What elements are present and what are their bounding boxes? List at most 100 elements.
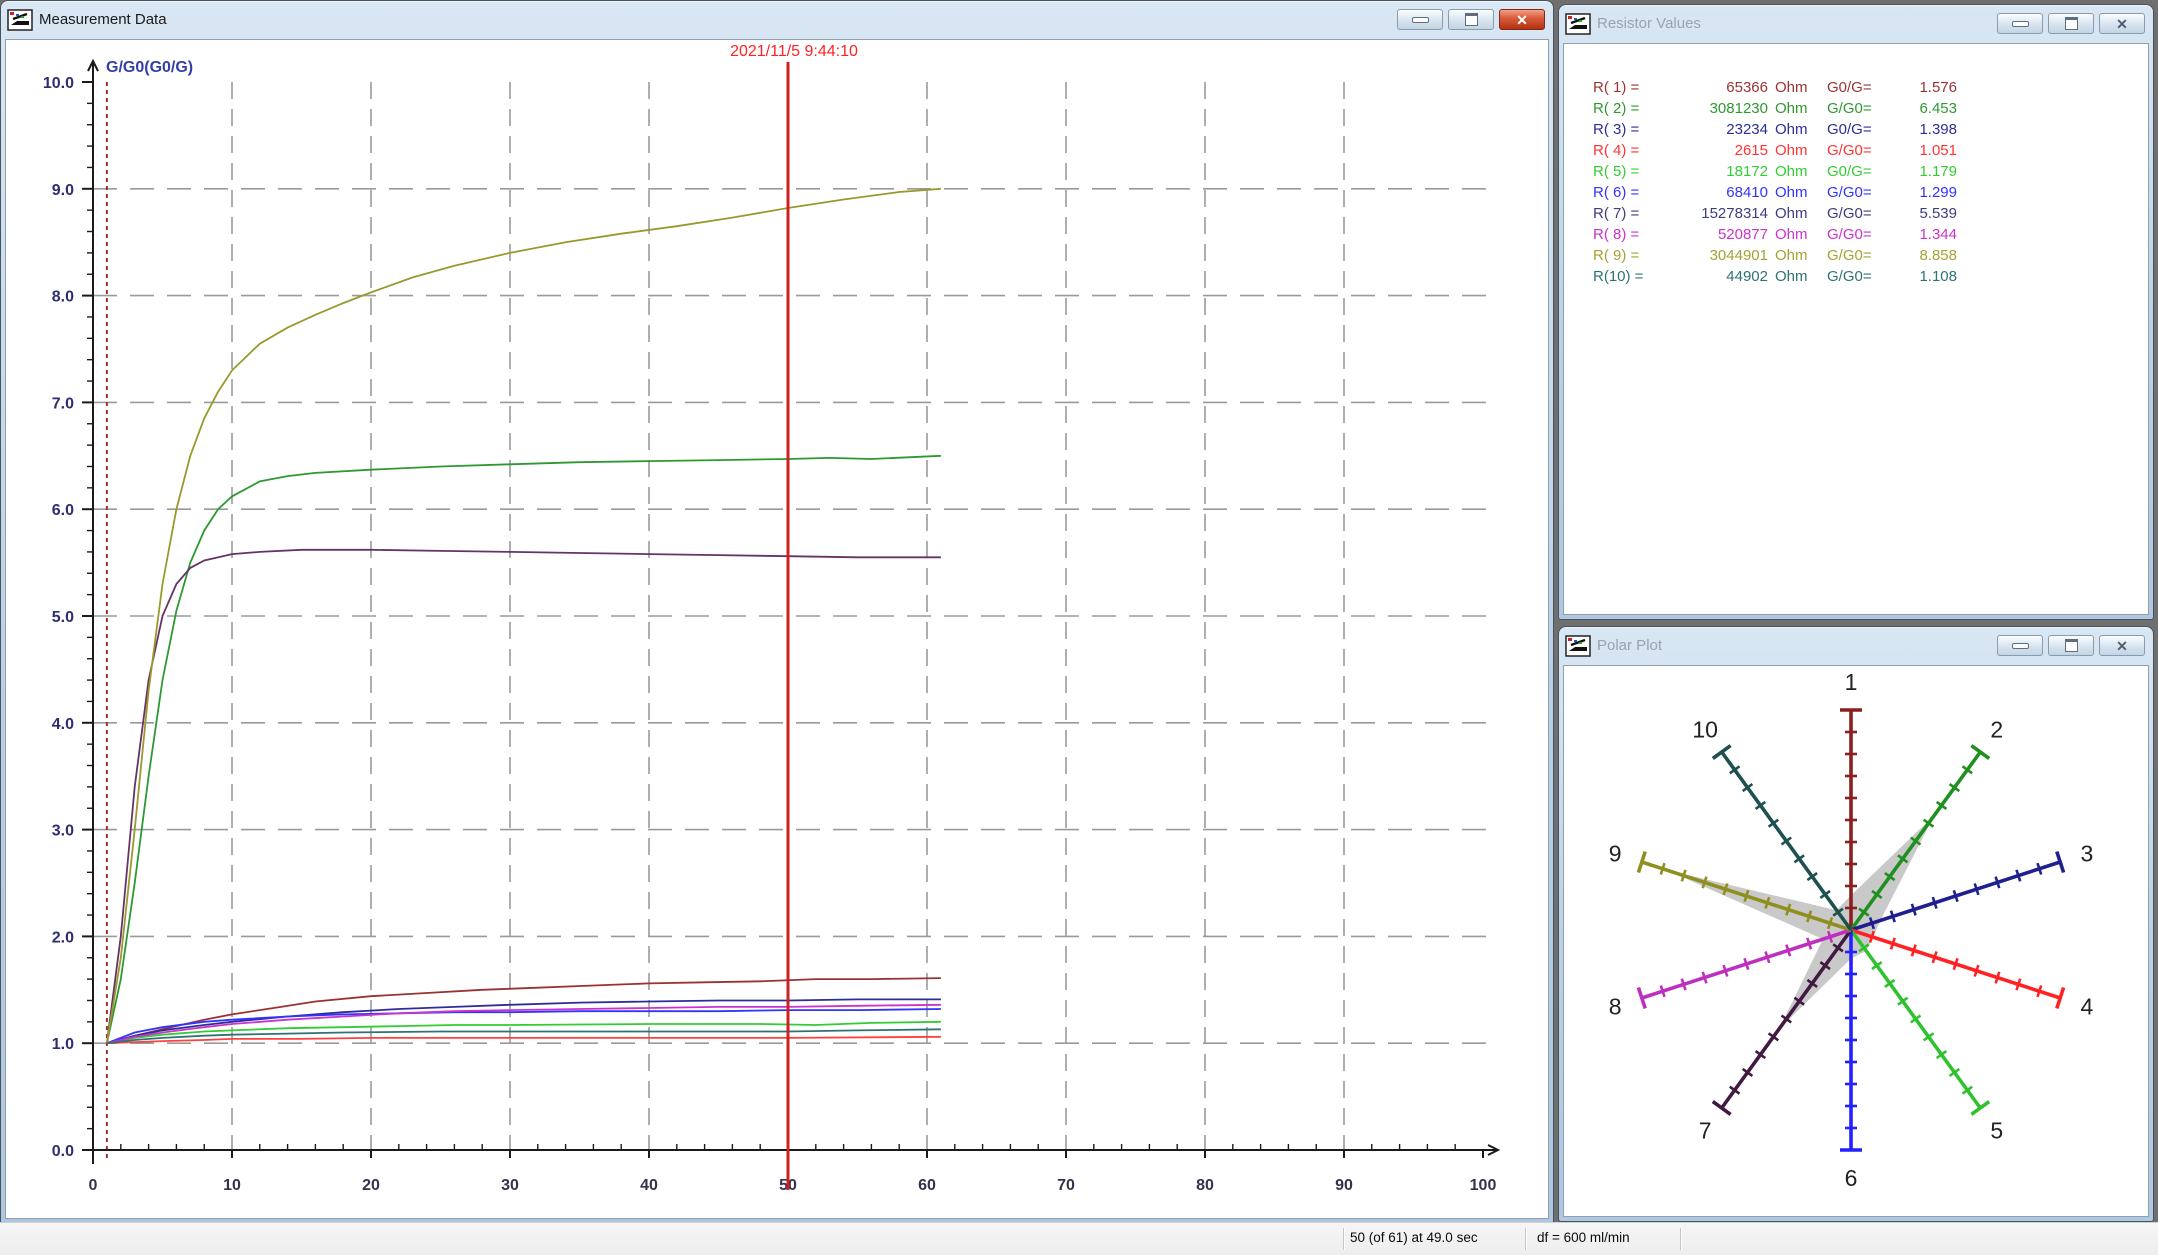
gridlines (93, 82, 1496, 1150)
resistor-row: R(10) =44902OhmG/G0=1.108 (1593, 266, 2148, 287)
polar-titlebar[interactable]: Polar Plot ✕ (1559, 627, 2153, 664)
radar-axis-label-7: 7 (1699, 1118, 1712, 1144)
ratio-label: G/G0= (1827, 224, 1887, 245)
resistor-row: R( 1) =65366OhmG0/G=1.576 (1593, 77, 2148, 98)
minimize-button[interactable] (1997, 635, 2043, 656)
radar-axis-label-9: 9 (1609, 840, 1622, 866)
svg-text:20: 20 (362, 1177, 380, 1194)
radar-axis-5 (1851, 930, 1989, 1114)
svg-text:9.0: 9.0 (52, 182, 74, 199)
radar-axis-label-6: 6 (1845, 1165, 1858, 1191)
close-icon: ✕ (1516, 13, 1528, 27)
ratio-value: 6.453 (1887, 98, 1957, 119)
axes (82, 61, 1498, 1164)
window-resistor-values: Resistor Values ✕ R( 1) =65366OhmG0/G=1.… (1558, 4, 2154, 620)
close-button[interactable]: ✕ (2099, 13, 2145, 34)
resistor-unit: Ohm (1768, 140, 1821, 161)
ratio-value: 1.108 (1887, 266, 1957, 287)
measurement-chart-area: 0.01.02.03.04.05.06.07.08.09.010.0010203… (5, 39, 1549, 1219)
resistor-label: R( 7) = (1593, 203, 1657, 224)
svg-text:100: 100 (1470, 1177, 1497, 1194)
resistor-row: R( 6) =68410OhmG/G0=1.299 (1593, 182, 2148, 203)
svg-text:30: 30 (501, 1177, 519, 1194)
svg-text:1.0: 1.0 (52, 1036, 74, 1053)
resistor-value: 23234 (1657, 119, 1768, 140)
radar-axis-label-4: 4 (2081, 994, 2094, 1020)
svg-text:8.0: 8.0 (52, 289, 74, 306)
maximize-button[interactable] (1448, 9, 1494, 30)
resistor-label: R( 4) = (1593, 140, 1657, 161)
resistor-unit: Ohm (1768, 77, 1821, 98)
polar-plot-area: 12345678910 (1563, 665, 2149, 1217)
radar-axis-label-1: 1 (1845, 669, 1858, 695)
status-reading-position: 50 (of 61) at 49.0 sec (1350, 1230, 1478, 1245)
radar-axis-4 (1851, 930, 2064, 1008)
status-bar: 50 (of 61) at 49.0 sec df = 600 ml/min (0, 1222, 2158, 1255)
window-title: Resistor Values (1597, 15, 1997, 32)
app-icon (7, 9, 33, 31)
ratio-label: G0/G= (1827, 119, 1887, 140)
resistor-value: 68410 (1657, 182, 1768, 203)
close-icon: ✕ (2116, 17, 2128, 31)
resistor-unit: Ohm (1768, 182, 1821, 203)
svg-text:5.0: 5.0 (52, 609, 74, 626)
resistor-value: 44902 (1657, 266, 1768, 287)
svg-text:4.0: 4.0 (52, 716, 74, 733)
ratio-value: 1.576 (1887, 77, 1957, 98)
resistor-value: 3044901 (1657, 245, 1768, 266)
ratio-label: G/G0= (1827, 245, 1887, 266)
resistor-label: R( 9) = (1593, 245, 1657, 266)
app-icon (1565, 635, 1591, 657)
ratio-value: 1.051 (1887, 140, 1957, 161)
close-button[interactable]: ✕ (1499, 9, 1545, 30)
y-axis-title: G/G0(G0/G) (106, 59, 193, 76)
resistor-value: 15278314 (1657, 203, 1768, 224)
svg-text:3.0: 3.0 (52, 823, 74, 840)
maximize-icon (2065, 639, 2078, 652)
maximize-icon (2065, 17, 2078, 30)
resistor-value: 18172 (1657, 161, 1768, 182)
resistor-row: R( 2) =3081230OhmG/G0=6.453 (1593, 98, 2148, 119)
ratio-value: 1.398 (1887, 119, 1957, 140)
svg-text:90: 90 (1335, 1177, 1353, 1194)
ratio-label: G/G0= (1827, 266, 1887, 287)
resistor-label: R( 5) = (1593, 161, 1657, 182)
svg-text:60: 60 (918, 1177, 936, 1194)
resistor-value: 65366 (1657, 77, 1768, 98)
measurement-titlebar[interactable]: Measurement Data ✕ (1, 1, 1553, 38)
maximize-button[interactable] (2048, 13, 2094, 34)
svg-text:0.0: 0.0 (52, 1143, 74, 1160)
window-measurement-data: Measurement Data ✕ 0.01.02.03.04.05.06.0… (0, 0, 1554, 1224)
maximize-icon (1465, 13, 1478, 26)
svg-text:6.0: 6.0 (52, 502, 74, 519)
svg-text:10.0: 10.0 (43, 75, 74, 92)
ratio-label: G0/G= (1827, 77, 1887, 98)
close-button[interactable]: ✕ (2099, 635, 2145, 656)
radar-axis-label-3: 3 (2081, 840, 2094, 866)
ratio-value: 1.344 (1887, 224, 1957, 245)
maximize-button[interactable] (2048, 635, 2094, 656)
desktop: { "windows": { "measurement": { "title":… (0, 0, 2158, 1254)
minimize-icon (2012, 21, 2029, 27)
svg-text:80: 80 (1196, 1177, 1214, 1194)
resistor-value: 520877 (1657, 224, 1768, 245)
x-tick-labels: 0102030405060708090100 (89, 1177, 1497, 1194)
resistor-value: 3081230 (1657, 98, 1768, 119)
minimize-button[interactable] (1997, 13, 2043, 34)
radar-chart[interactable]: 12345678910 (1564, 666, 2148, 1214)
resistor-row: R( 5) =18172OhmG0/G=1.179 (1593, 161, 2148, 182)
ratio-label: G/G0= (1827, 203, 1887, 224)
resistor-label: R( 3) = (1593, 119, 1657, 140)
ratio-value: 1.299 (1887, 182, 1957, 203)
line-chart[interactable]: 0.01.02.03.04.05.06.07.08.09.010.0010203… (6, 40, 1548, 1218)
resistor-unit: Ohm (1768, 266, 1821, 287)
minimize-icon (2012, 643, 2029, 649)
ratio-value: 8.858 (1887, 245, 1957, 266)
resistor-titlebar[interactable]: Resistor Values ✕ (1559, 5, 2153, 42)
resistor-row: R( 3) =23234OhmG0/G=1.398 (1593, 119, 2148, 140)
resistor-row: R( 9) =3044901OhmG/G0=8.858 (1593, 245, 2148, 266)
radar-axis-2 (1851, 746, 1989, 930)
minimize-button[interactable] (1397, 9, 1443, 30)
app-icon (1565, 13, 1591, 35)
radar-axis-label-8: 8 (1609, 994, 1622, 1020)
